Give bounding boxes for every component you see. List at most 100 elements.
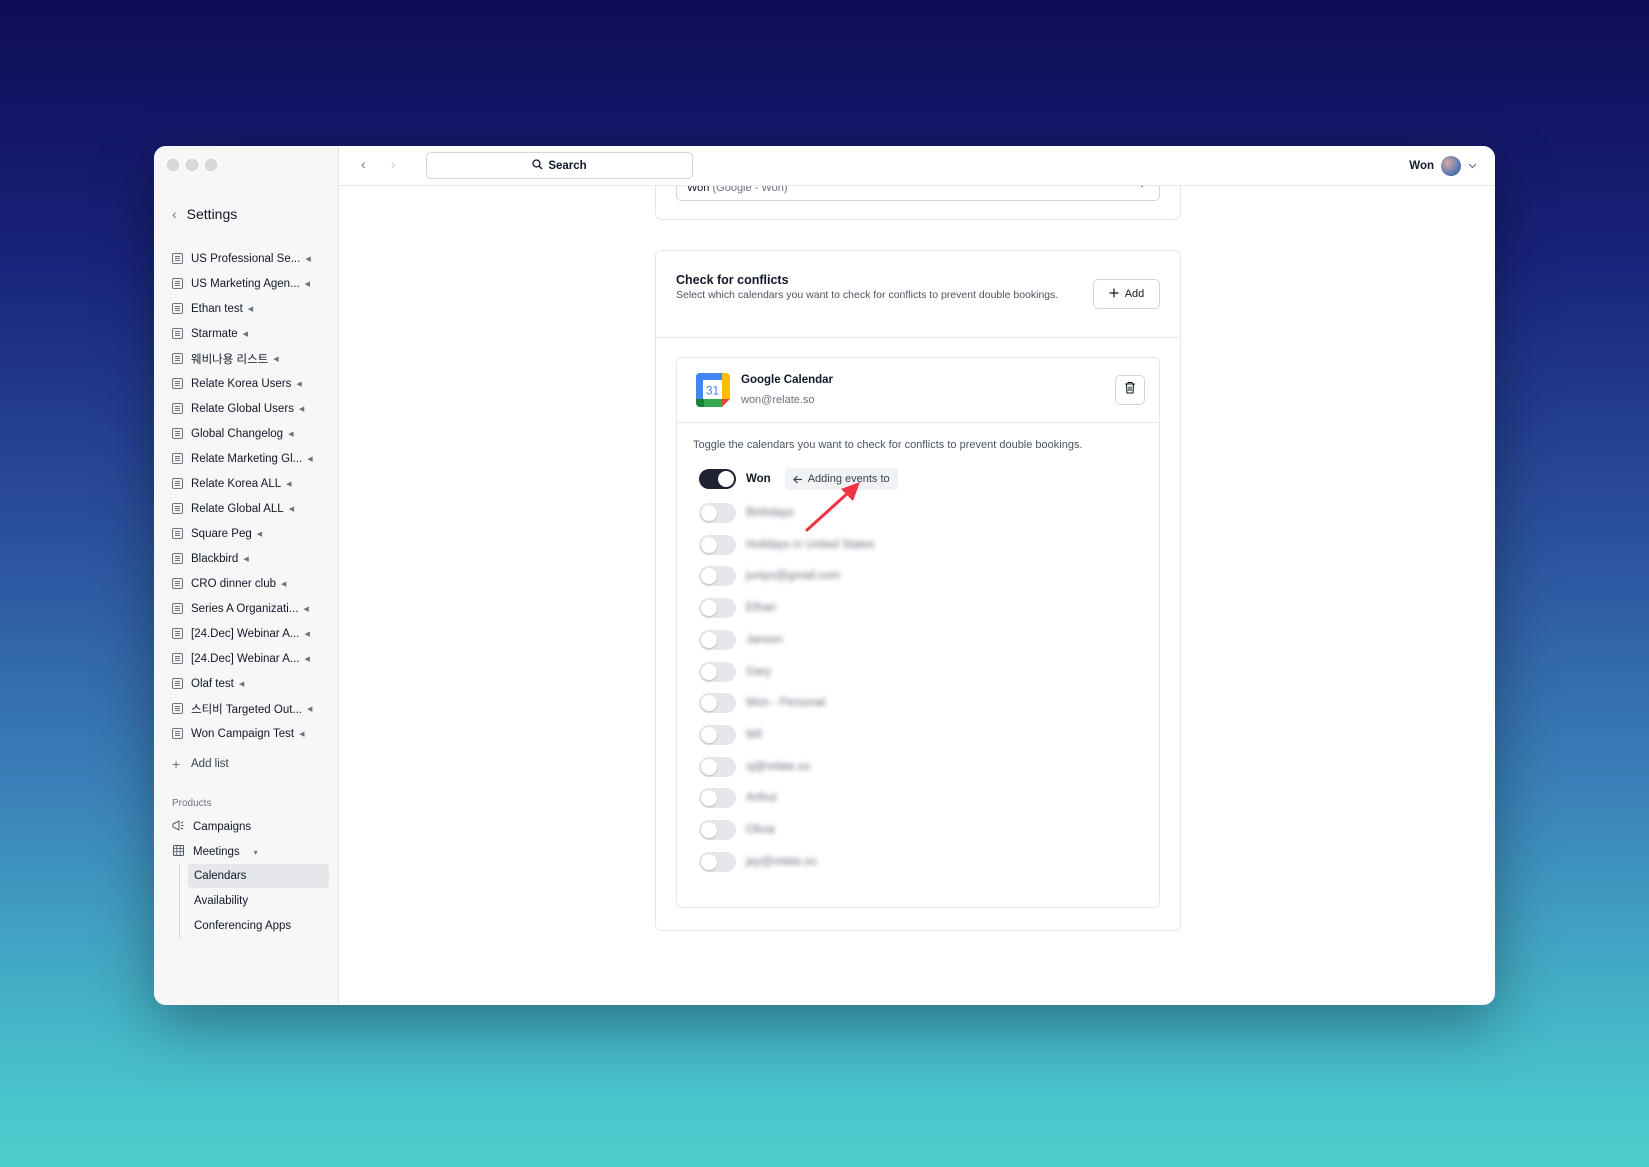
sidebar-list-item[interactable]: Series A Organizati... ◀	[172, 596, 332, 621]
calendar-toggle[interactable]	[699, 756, 736, 777]
sidebar: ‹ Settings US Professional Se... ◀ US Mark…	[154, 146, 339, 1005]
sidebar-list-item[interactable]: Blackbird ◀	[172, 546, 332, 571]
caret-left-icon[interactable]: ◀	[288, 430, 293, 438]
sidebar-item-label: Meetings	[193, 846, 240, 858]
calendar-toggle[interactable]	[699, 661, 736, 682]
sidebar-list-item[interactable]: CRO dinner club ◀	[172, 571, 332, 596]
avatar	[1441, 156, 1461, 176]
sidebar-list-item[interactable]: Relate Global Users ◀	[172, 396, 332, 421]
caret-left-icon[interactable]: ◀	[305, 255, 310, 263]
plus-icon: +	[172, 756, 181, 772]
sidebar-list-item[interactable]: US Marketing Agen... ◀	[172, 271, 332, 296]
calendar-toggle-row: juniyo@gmail.com	[699, 564, 840, 588]
sidebar-list-label: Won Campaign Test	[191, 727, 295, 740]
caret-left-icon[interactable]: ◀	[304, 655, 309, 663]
caret-left-icon[interactable]: ◀	[304, 630, 309, 638]
sidebar-list-item[interactable]: Relate Korea Users ◀	[172, 371, 332, 396]
sidebar-list-label: 웨비나용 리스트	[191, 353, 269, 366]
back-nav-button[interactable]: ‹	[361, 156, 366, 172]
sidebar-list-item[interactable]: 스티비 Targeted Out... ◀	[172, 696, 332, 721]
caret-left-icon[interactable]: ◀	[299, 405, 304, 413]
search-icon	[532, 158, 543, 173]
caret-left-icon[interactable]: ◀	[243, 330, 248, 338]
list-icon	[172, 278, 183, 289]
caret-left-icon[interactable]: ◀	[243, 555, 248, 563]
caret-left-icon[interactable]: ◀	[286, 480, 291, 488]
list-icon	[172, 503, 183, 514]
list-icon	[172, 328, 183, 339]
caret-left-icon[interactable]: ◀	[296, 380, 301, 388]
calendar-toggle[interactable]	[699, 566, 736, 587]
sidebar-list-item[interactable]: Olaf test ◀	[172, 671, 332, 696]
sidebar-item-campaigns[interactable]: Campaigns	[172, 820, 251, 834]
forward-nav-button[interactable]: ›	[391, 156, 396, 172]
caret-left-icon[interactable]: ◀	[307, 705, 312, 713]
sidebar-item-conferencing-apps[interactable]: Conferencing Apps	[188, 914, 329, 938]
calendar-toggle[interactable]	[699, 503, 736, 523]
search-button[interactable]: Search	[426, 152, 693, 179]
calendar-toggle-row: Gary	[699, 660, 771, 684]
sidebar-list-item[interactable]: Relate Marketing Gl... ◀	[172, 446, 332, 471]
chevron-down-icon	[1137, 186, 1147, 191]
caret-left-icon[interactable]: ◀	[299, 730, 304, 738]
calendar-name: Holidays in United States	[746, 538, 875, 551]
sidebar-list-item[interactable]: 웨비나용 리스트 ◀	[172, 346, 332, 371]
sidebar-list-item[interactable]: Relate Korea ALL ◀	[172, 471, 332, 496]
maximize-window-button[interactable]	[205, 159, 217, 171]
minimize-window-button[interactable]	[186, 159, 198, 171]
list-icon	[172, 403, 183, 414]
add-calendar-button[interactable]: Add	[1093, 279, 1160, 309]
sidebar-list-label: 스티비 Targeted Out...	[191, 703, 303, 716]
sidebar-list-item[interactable]: Won Campaign Test ◀	[172, 721, 332, 746]
google-calendar-card: 31 Google Calendar won@relate.so Toggle …	[676, 357, 1160, 908]
calendar-toggle[interactable]	[699, 469, 736, 489]
sidebar-list-label: CRO dinner club	[191, 577, 277, 590]
calendar-select-card: Won (Google - Won)	[655, 186, 1181, 220]
sidebar-list-item[interactable]: Global Changelog ◀	[172, 421, 332, 446]
sidebar-list-item[interactable]: [24.Dec] Webinar A... ◀	[172, 646, 332, 671]
caret-left-icon[interactable]: ◀	[289, 505, 294, 513]
sidebar-list-item[interactable]: Square Peg ◀	[172, 521, 332, 546]
calendar-toggle[interactable]	[699, 693, 736, 714]
calendar-toggle[interactable]	[699, 534, 736, 555]
caret-left-icon[interactable]: ◀	[305, 280, 310, 288]
caret-left-icon[interactable]: ◀	[273, 355, 278, 363]
calendar-toggle[interactable]	[699, 788, 736, 809]
sidebar-list-item[interactable]: Starmate ◀	[172, 321, 332, 346]
calendar-toggle-row: Arthur	[699, 786, 777, 810]
sidebar-list-item[interactable]: [24.Dec] Webinar A... ◀	[172, 621, 332, 646]
caret-left-icon[interactable]: ◀	[303, 605, 308, 613]
calendar-toggle[interactable]	[699, 820, 736, 840]
list-icon	[172, 353, 183, 364]
sidebar-list-item[interactable]: Relate Global ALL ◀	[172, 496, 332, 521]
caret-left-icon[interactable]: ◀	[239, 680, 244, 688]
calendar-toggle[interactable]	[699, 629, 736, 650]
delete-calendar-button[interactable]	[1115, 375, 1145, 405]
conflicts-card: Check for conflicts Select which calenda…	[655, 250, 1181, 931]
sidebar-item-calendars[interactable]: Calendars	[188, 864, 329, 888]
sidebar-item-meetings[interactable]: Meetings ▾	[172, 845, 258, 859]
conflicts-header: Check for conflicts Select which calenda…	[656, 251, 1180, 338]
sidebar-item-availability[interactable]: Availability	[188, 889, 329, 913]
sidebar-list-label: Olaf test	[191, 677, 234, 690]
user-menu[interactable]: Won	[1409, 156, 1477, 176]
sidebar-list-item[interactable]: Ethan test ◀	[172, 296, 332, 321]
caret-left-icon[interactable]: ◀	[281, 580, 286, 588]
sidebar-list-item[interactable]: US Professional Se... ◀	[172, 246, 332, 271]
close-window-button[interactable]	[167, 159, 179, 171]
calendar-toggle[interactable]	[699, 724, 736, 745]
chevron-left-icon[interactable]: ‹	[172, 206, 177, 222]
calendar-toggle-row: Won - Personal	[699, 691, 825, 715]
caret-left-icon[interactable]: ◀	[257, 530, 262, 538]
calendar-select[interactable]: Won (Google - Won)	[676, 186, 1160, 201]
calendar-toggle[interactable]	[699, 851, 736, 872]
caret-left-icon[interactable]: ◀	[307, 455, 312, 463]
calendar-name: juniyo@gmail.com	[746, 570, 841, 583]
sidebar-list-label: Blackbird	[191, 552, 239, 565]
caret-left-icon[interactable]: ◀	[248, 305, 253, 313]
main-content: Won (Google - Won) Check for conflicts S…	[339, 186, 1495, 1005]
chevron-down-icon	[1468, 160, 1477, 172]
calendar-toggle-row: Holidays in United States	[699, 533, 874, 557]
calendar-toggle[interactable]	[699, 598, 736, 619]
add-list-button[interactable]: + Add list	[172, 751, 332, 777]
